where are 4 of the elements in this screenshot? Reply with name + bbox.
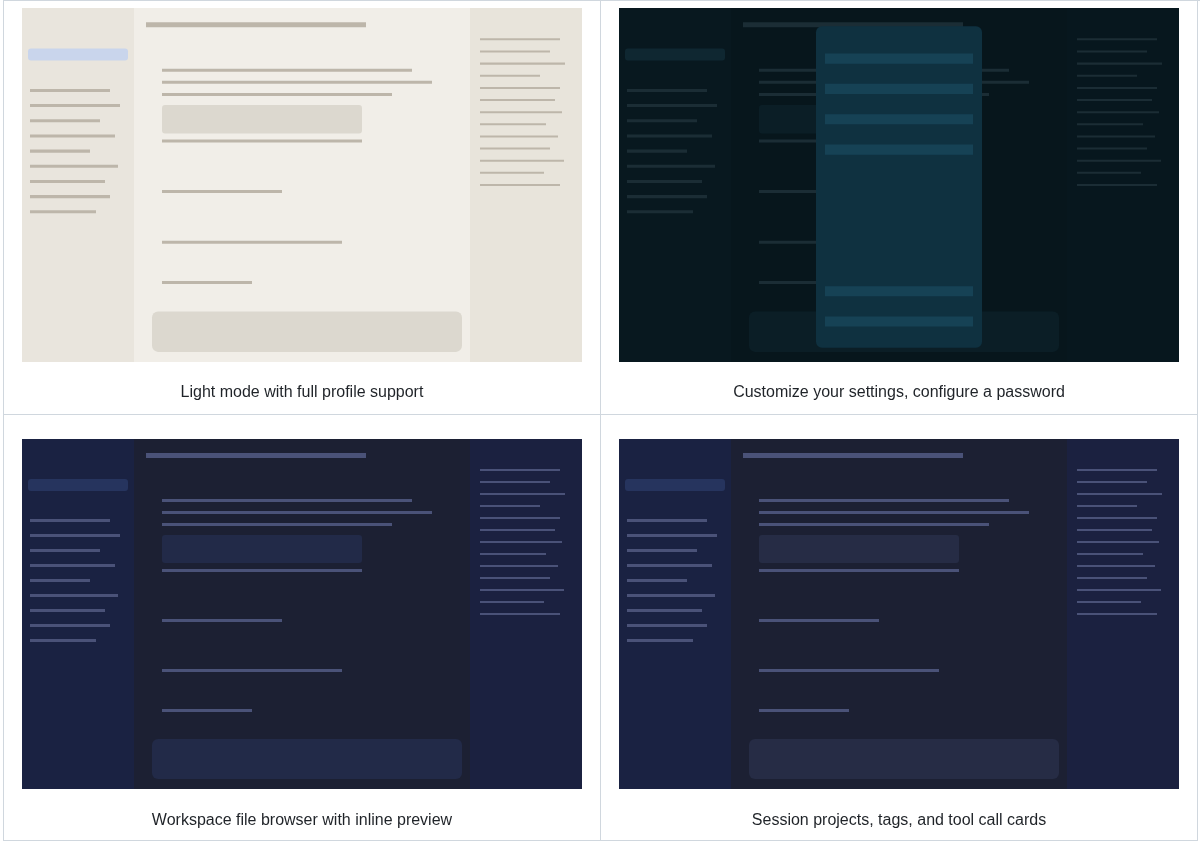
image-caption: Session projects, tags, and tool call cards bbox=[751, 811, 1047, 829]
image-caption: Light mode with full profile support bbox=[180, 383, 424, 401]
image-caption: Customize your settings, configure a password bbox=[733, 383, 1065, 401]
image-caption: Workspace file browser with inline preview bbox=[151, 811, 453, 829]
